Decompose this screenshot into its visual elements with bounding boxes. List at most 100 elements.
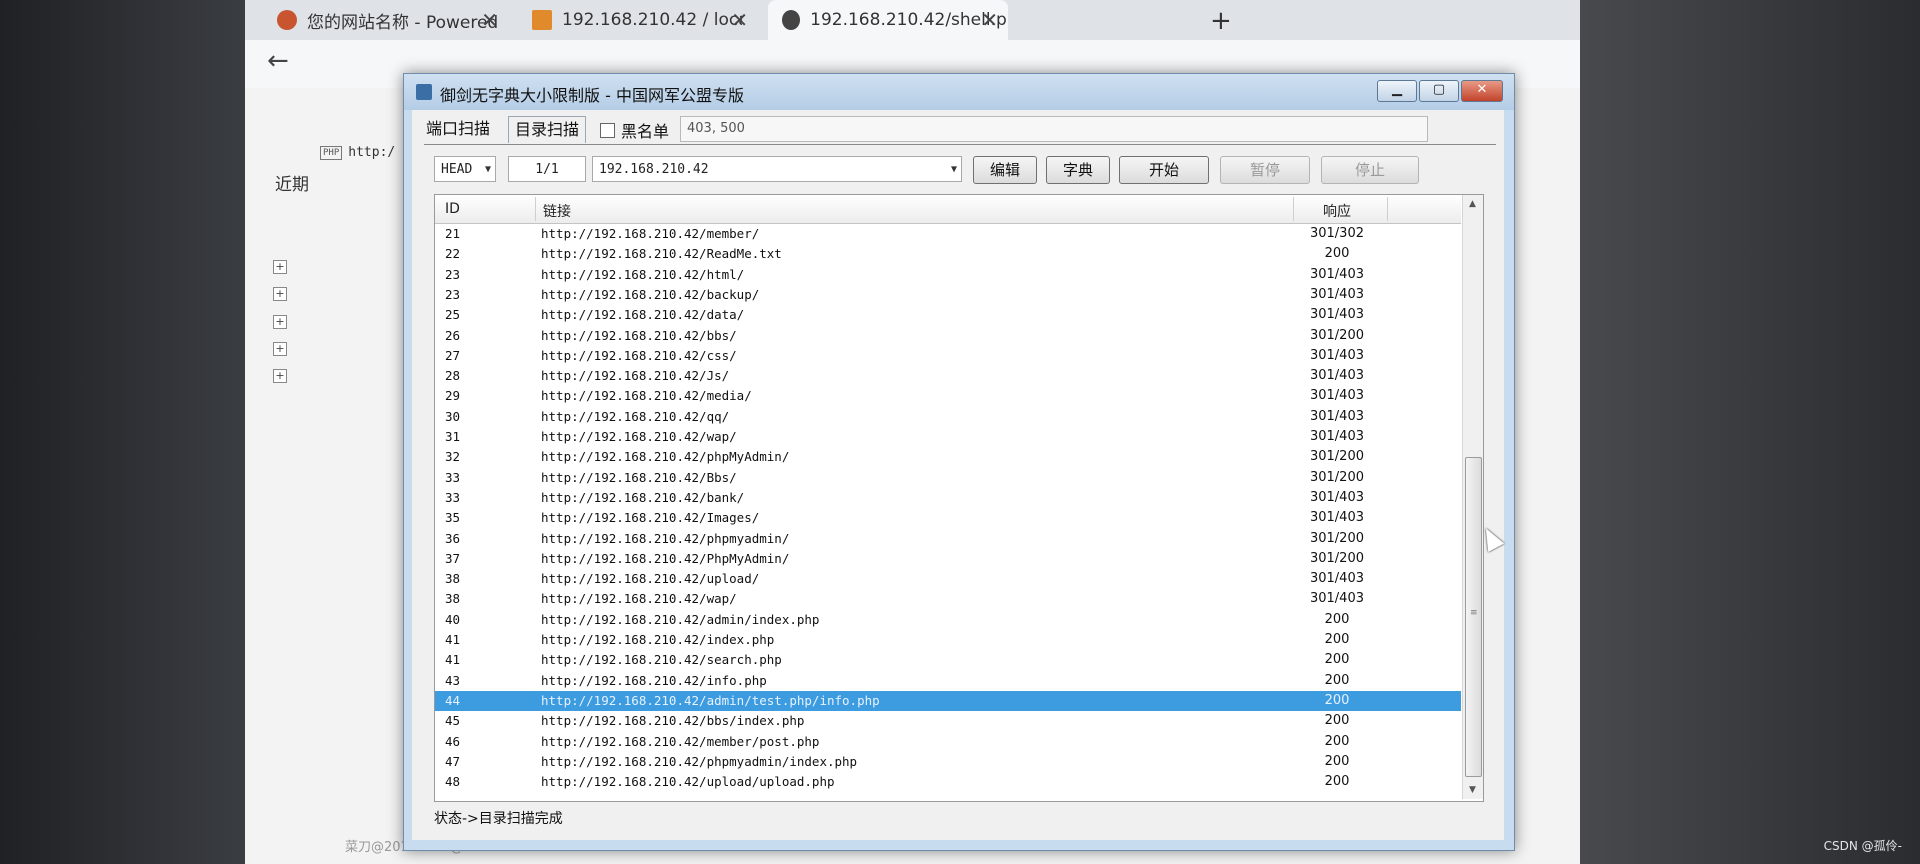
column-header-link[interactable]: 链接 xyxy=(543,201,571,221)
row-id: 36 xyxy=(445,530,461,546)
window-title: 御剑无字典大小限制版 - 中国网军公盟专版 xyxy=(440,86,744,105)
row-response: 301/200 xyxy=(1309,530,1364,546)
back-arrow-icon[interactable]: ← xyxy=(267,46,289,76)
close-tab-icon[interactable]: ✕ xyxy=(981,8,998,32)
app-icon xyxy=(416,84,432,100)
row-response: 301/302 xyxy=(1309,226,1364,241)
row-response: 301/403 xyxy=(1309,591,1364,607)
target-value: 192.168.210.42 xyxy=(599,162,709,177)
table-row[interactable]: 29 http://192.168.210.42/media/301/403 xyxy=(435,386,1461,406)
row-response: 301/403 xyxy=(1309,307,1364,323)
table-row[interactable]: 23 http://192.168.210.42/html/301/403 xyxy=(435,265,1461,285)
column-header-response[interactable]: 响应 xyxy=(1323,201,1351,221)
table-row[interactable]: 30 http://192.168.210.42/qq/301/403 xyxy=(435,407,1461,427)
row-id: 22 xyxy=(445,246,461,262)
results-list: ID 链接 响应 21 http://192.168.210.42/member/… xyxy=(434,194,1484,802)
screen-bezel-right xyxy=(1550,0,1920,864)
table-row[interactable]: 33 http://192.168.210.42/Bbs/301/200 xyxy=(435,468,1461,488)
table-row[interactable]: 36 http://192.168.210.42/phpmyadmin/301/2… xyxy=(435,529,1461,549)
tree-expand-icon[interactable]: + xyxy=(273,315,287,329)
start-button[interactable]: 开始 xyxy=(1119,156,1209,184)
scrollbar-thumb[interactable]: ≡ xyxy=(1465,457,1482,777)
row-id: 48 xyxy=(445,774,461,790)
table-row[interactable]: 45 http://192.168.210.42/bbs/index.php 200 xyxy=(435,711,1461,731)
table-row[interactable]: 46 http://192.168.210.42/member/post.php 2… xyxy=(435,732,1461,752)
row-url: http://192.168.210.42/ReadMe.txt xyxy=(541,246,782,262)
tree-expand-icon[interactable]: + xyxy=(273,342,287,356)
row-id: 43 xyxy=(445,672,461,688)
table-row[interactable]: 47 http://192.168.210.42/phpmyadmin/index… xyxy=(435,752,1461,772)
table-row[interactable]: 22 http://192.168.210.42/ReadMe.txt 200 xyxy=(435,244,1461,264)
scroll-down-icon[interactable]: ▼ xyxy=(1469,785,1476,795)
row-url: http://192.168.210.42/html/ xyxy=(541,266,745,282)
table-row[interactable]: 35 http://192.168.210.42/Images/301/403 xyxy=(435,508,1461,528)
table-row[interactable]: 38 http://192.168.210.42/wap/301/403 xyxy=(435,589,1461,609)
table-row[interactable]: 37 http://192.168.210.42/PhpMyAdmin/301/2… xyxy=(435,549,1461,569)
close-button[interactable]: ✕ xyxy=(1461,80,1503,102)
maximize-button[interactable]: ▢ xyxy=(1419,80,1459,102)
table-row[interactable]: 26 http://192.168.210.42/bbs/301/200 xyxy=(435,326,1461,346)
row-id: 28 xyxy=(445,368,461,384)
row-response: 200 xyxy=(1324,713,1350,729)
browser-tab-site[interactable]: 您的网站名称 - Powered by 闪 ✕ xyxy=(263,0,508,40)
table-row[interactable]: 48 http://192.168.210.42/upload/upload.ph… xyxy=(435,772,1461,792)
table-row[interactable]: 41 http://192.168.210.42/index.php 200 xyxy=(435,630,1461,650)
watermark: CSDN @孤伶- xyxy=(1823,839,1902,853)
table-row[interactable]: 28 http://192.168.210.42/Js/301/403 xyxy=(435,366,1461,386)
row-url: http://192.168.210.42/admin/test.php/inf… xyxy=(541,692,880,708)
status-codes-input[interactable]: 403, 500 xyxy=(680,116,1428,142)
row-id: 27 xyxy=(445,347,461,363)
tab-port-scan[interactable]: 端口扫描 xyxy=(420,116,496,142)
table-row[interactable]: 23 http://192.168.210.42/backup/301/403 xyxy=(435,285,1461,305)
table-row[interactable]: 27 http://192.168.210.42/css/301/403 xyxy=(435,346,1461,366)
pause-button[interactable]: 暂停 xyxy=(1220,156,1310,184)
php-url-text: http:/ xyxy=(348,145,396,160)
table-row[interactable]: 44 http://192.168.210.42/admin/test.php/i… xyxy=(435,690,1461,711)
row-response: 301/200 xyxy=(1309,449,1364,465)
row-response: 200 xyxy=(1324,753,1350,769)
column-header-id[interactable]: ID xyxy=(445,201,460,217)
table-row[interactable]: 43 http://192.168.210.42/info.php 200 xyxy=(435,671,1461,691)
scroll-up-icon[interactable]: ▲ xyxy=(1469,199,1476,209)
vertical-scrollbar[interactable]: ▲ ≡ ▼ xyxy=(1462,195,1483,799)
row-id: 38 xyxy=(445,591,461,607)
close-tab-icon[interactable]: ✕ xyxy=(731,8,748,32)
tab-dir-scan[interactable]: 目录扫描 xyxy=(508,116,587,143)
tree-expand-icon[interactable]: + xyxy=(273,287,287,301)
minimize-button[interactable]: ▁ xyxy=(1377,80,1417,102)
tree-expand-icon[interactable]: + xyxy=(273,369,287,383)
dict-button[interactable]: 字典 xyxy=(1046,156,1110,184)
row-url: http://192.168.210.42/member/ xyxy=(541,226,760,241)
table-row[interactable]: 40 http://192.168.210.42/admin/index.php 2… xyxy=(435,610,1461,630)
row-id: 33 xyxy=(445,489,461,505)
progress-field: 1/1 xyxy=(508,156,586,182)
row-id: 40 xyxy=(445,611,461,627)
new-tab-button[interactable]: + xyxy=(1210,6,1232,36)
target-select[interactable]: 192.168.210.42 ▼ xyxy=(592,156,962,182)
checkbox-box[interactable] xyxy=(600,122,615,138)
row-id: 30 xyxy=(445,408,461,424)
table-row[interactable]: 41 http://192.168.210.42/search.php 200 xyxy=(435,650,1461,670)
tree-expand-icon[interactable]: + xyxy=(273,260,287,274)
row-response: 200 xyxy=(1324,774,1350,790)
table-row[interactable]: 33 http://192.168.210.42/bank/301/403 xyxy=(435,488,1461,508)
close-tab-icon[interactable]: ✕ xyxy=(481,8,498,32)
browser-tab-phpmyadmin[interactable]: 192.168.210.42 / localhost | ph ✕ xyxy=(518,0,758,40)
row-url: http://192.168.210.42/data/ xyxy=(541,307,745,323)
stop-button[interactable]: 停止 xyxy=(1321,156,1419,184)
row-id: 29 xyxy=(445,388,461,404)
row-url: http://192.168.210.42/upload/ xyxy=(541,571,760,587)
method-select[interactable]: HEAD ▼ xyxy=(434,156,496,182)
blacklist-checkbox[interactable]: 黑名单 xyxy=(600,118,669,142)
table-row[interactable]: 32 http://192.168.210.42/phpMyAdmin/301/2… xyxy=(435,447,1461,467)
row-response: 301/403 xyxy=(1309,510,1364,526)
table-row[interactable]: 38 http://192.168.210.42/upload/301/403 xyxy=(435,569,1461,589)
row-url: http://192.168.210.42/qq/ xyxy=(541,408,730,424)
table-row[interactable]: 21 http://192.168.210.42/member/301/302 xyxy=(435,224,1461,244)
browser-tab-shell[interactable]: 192.168.210.42/shell.php ✕ xyxy=(768,0,1008,40)
edit-button[interactable]: 编辑 xyxy=(973,156,1037,184)
row-id: 32 xyxy=(445,449,461,465)
table-row[interactable]: 25 http://192.168.210.42/data/301/403 xyxy=(435,305,1461,325)
row-response: 301/403 xyxy=(1309,388,1364,404)
table-row[interactable]: 31 http://192.168.210.42/wap/301/403 xyxy=(435,427,1461,447)
